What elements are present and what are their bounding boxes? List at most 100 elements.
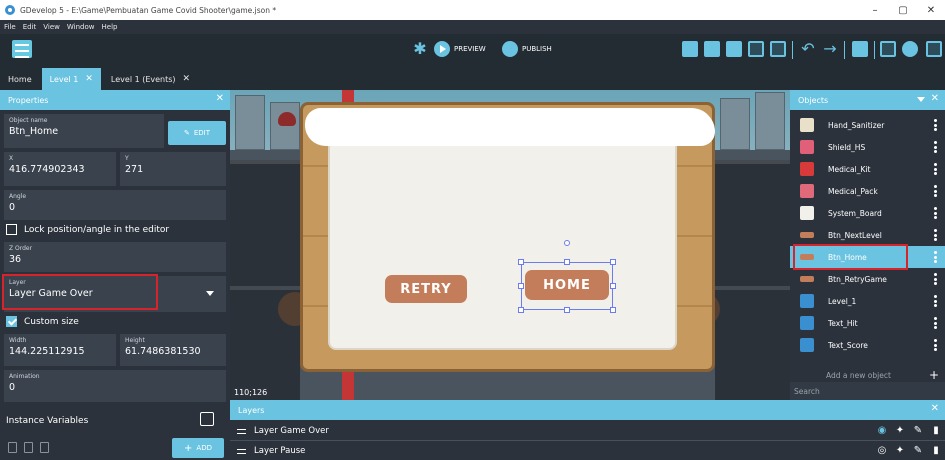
resize-handle[interactable] [518, 307, 524, 313]
object-item-btn-nextlevel[interactable]: Btn_NextLevel [790, 224, 945, 246]
object-item-system-board[interactable]: System_Board [790, 202, 945, 224]
add-new-object-label: Add a new object [826, 370, 891, 380]
properties-panel-icon[interactable] [726, 41, 742, 57]
object-item-hand-sanitizer[interactable]: Hand_Sanitizer [790, 114, 945, 136]
custom-size-checkbox[interactable]: Custom size [6, 316, 79, 327]
more-options-icon[interactable] [934, 273, 937, 285]
zoom-icon[interactable] [902, 41, 918, 57]
close-icon[interactable]: ✕ [183, 74, 191, 84]
trash-icon[interactable] [40, 442, 49, 453]
close-window-button[interactable]: ✕ [917, 0, 945, 20]
close-icon[interactable]: ✕ [216, 93, 224, 104]
more-options-icon[interactable] [934, 163, 937, 175]
layer-row-game-over[interactable]: Layer Game Over ◉ ✦ ✎ ▮ [230, 422, 945, 441]
x-field[interactable]: X 416.774902343 [4, 152, 116, 186]
redo-icon[interactable]: → [822, 41, 838, 57]
objects-panel-icon[interactable] [682, 41, 698, 57]
tab-level-1[interactable]: Level 1 ✕ [41, 68, 101, 90]
preview-button[interactable]: PREVIEW [434, 41, 486, 57]
layer-row-pause[interactable]: Layer Pause ◎ ✦ ✎ ▮ [230, 442, 945, 460]
resize-handle[interactable] [610, 307, 616, 313]
scene-editor-canvas[interactable]: RETRY HOME 110;126 [230, 90, 790, 400]
grid-icon[interactable] [880, 41, 896, 57]
layer-select[interactable]: Layer Layer Game Over [2, 274, 226, 312]
menu-window[interactable]: Window [67, 23, 95, 31]
eye-hidden-icon[interactable]: ◎ [877, 446, 887, 456]
publish-button[interactable]: PUBLISH [502, 41, 552, 57]
lighting-icon[interactable]: ✦ [895, 426, 905, 436]
object-item-shield-hs[interactable]: Shield_HS [790, 136, 945, 158]
animation-field[interactable]: Animation 0 [4, 370, 226, 402]
more-options-icon[interactable] [934, 185, 937, 197]
menu-file[interactable]: File [4, 23, 16, 31]
resize-handle[interactable] [518, 283, 524, 289]
width-field[interactable]: Width 144.225112915 [4, 334, 116, 366]
instances-list-icon[interactable] [748, 41, 764, 57]
project-manager-button[interactable] [12, 40, 32, 58]
edit-object-button[interactable]: ✎ EDIT [168, 121, 226, 145]
eye-icon[interactable]: ◉ [877, 426, 887, 436]
trash-icon[interactable]: ▮ [931, 426, 941, 436]
search-input[interactable]: Search [790, 382, 945, 400]
y-field[interactable]: Y 271 [120, 152, 226, 186]
animation-value: 0 [9, 382, 16, 393]
trash-icon[interactable]: ▮ [931, 446, 941, 456]
undo-icon[interactable]: ↶ [800, 41, 816, 57]
object-item-medical-pack[interactable]: Medical_Pack [790, 180, 945, 202]
drag-handle-icon[interactable] [237, 428, 246, 434]
chevron-down-icon[interactable] [917, 97, 925, 102]
menu-help[interactable]: Help [102, 23, 118, 31]
scene-properties-icon[interactable] [926, 41, 942, 57]
angle-field[interactable]: Angle 0 [4, 190, 226, 220]
maximize-button[interactable]: ▢ [889, 0, 917, 20]
resize-handle[interactable] [518, 259, 524, 265]
lighting-icon[interactable]: ✦ [895, 446, 905, 456]
resize-handle[interactable] [610, 259, 616, 265]
resize-handle[interactable] [564, 307, 570, 313]
more-options-icon[interactable] [934, 339, 937, 351]
menu-view[interactable]: View [43, 23, 60, 31]
minimize-button[interactable]: – [861, 0, 889, 20]
object-item-level-1[interactable]: Level_1 [790, 290, 945, 312]
more-options-icon[interactable] [934, 119, 937, 131]
copy-icon[interactable] [8, 442, 17, 453]
menu-edit[interactable]: Edit [23, 23, 37, 31]
pencil-icon[interactable]: ✎ [913, 426, 923, 436]
close-icon[interactable]: ✕ [85, 74, 93, 84]
close-icon[interactable]: ✕ [931, 403, 939, 414]
system-board-paper[interactable] [330, 138, 675, 348]
selection-box[interactable] [521, 262, 613, 310]
retry-game-button[interactable]: RETRY [385, 275, 467, 303]
object-item-text-score[interactable]: Text_Score [790, 334, 945, 356]
pencil-icon[interactable]: ✎ [913, 446, 923, 456]
rotate-handle[interactable] [564, 240, 570, 246]
more-options-icon[interactable] [934, 229, 937, 241]
tab-home[interactable]: Home [0, 68, 40, 90]
object-groups-icon[interactable] [704, 41, 720, 57]
object-item-btn-retrygame[interactable]: Btn_RetryGame [790, 268, 945, 290]
more-options-icon[interactable] [934, 295, 937, 307]
more-options-icon[interactable] [934, 251, 937, 263]
drag-handle-icon[interactable] [237, 448, 246, 454]
resize-handle[interactable] [564, 259, 570, 265]
more-options-icon[interactable] [934, 141, 937, 153]
debug-icon[interactable]: ✱ [412, 41, 428, 57]
more-options-icon[interactable] [934, 207, 937, 219]
open-external-icon[interactable] [200, 412, 214, 426]
object-item-btn-home[interactable]: Btn_Home [790, 244, 945, 270]
zorder-field[interactable]: Z Order 36 [4, 242, 226, 272]
tab-level-1-events[interactable]: Level 1 (Events) ✕ [103, 68, 198, 90]
gdevelop-logo-icon [5, 5, 15, 15]
object-item-medical-kit[interactable]: Medical_Kit [790, 158, 945, 180]
height-field[interactable]: Height 61.7486381530 [120, 334, 226, 366]
delete-icon[interactable] [852, 41, 868, 57]
layers-panel-icon[interactable] [770, 41, 786, 57]
close-icon[interactable]: ✕ [931, 93, 939, 104]
resize-handle[interactable] [610, 283, 616, 289]
add-variable-button[interactable]: + ADD [172, 438, 224, 458]
object-item-text-hit[interactable]: Text_Hit [790, 312, 945, 334]
add-new-object-button[interactable]: Add a new object + [790, 367, 945, 383]
more-options-icon[interactable] [934, 317, 937, 329]
paste-icon[interactable] [24, 442, 33, 453]
lock-position-checkbox[interactable]: Lock position/angle in the editor [6, 224, 169, 235]
